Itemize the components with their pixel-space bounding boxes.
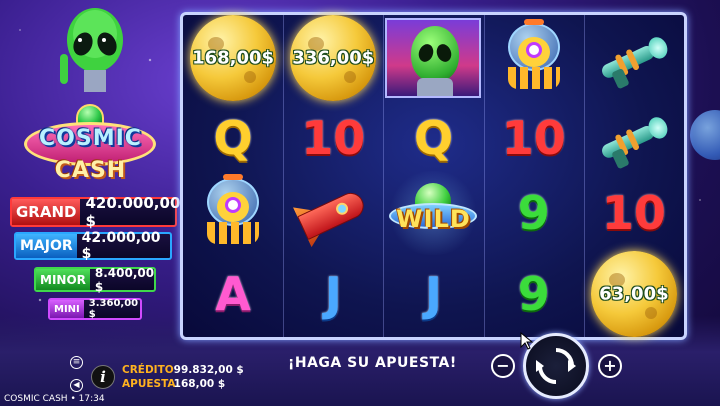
jackpot-major: MAJOR 42.000,00 $ [14,230,172,262]
jackpot-minor: MINOR 8.400,00 $ [34,265,156,294]
sound-icon[interactable]: ◀ [70,379,83,392]
symbol-q: Q [213,111,253,165]
game-logo: COSMIC CASH [18,104,163,190]
symbol-q: Q [413,111,454,165]
reel-cell-moon: 168,00$ [183,15,283,101]
reel-cell-octopus [484,15,584,101]
moon-value: 168,00$ [192,47,275,69]
reel-cell-ray-gun [584,15,684,101]
alien-face [411,26,460,82]
jackpot-grand-value: 420.000,00 $ [85,194,181,230]
reel-cell-alien [383,15,483,101]
decrease-bet-button[interactable]: − [491,354,515,378]
logo-text-cash: CASH [54,158,127,183]
reel-cell-moon: 63,00$ [584,251,684,337]
logo-text-cosmic: COSMIC [39,126,142,151]
jackpot-minor-value: 8.400,00 $ [94,265,155,294]
bet-label: APUESTA [122,378,176,390]
mouse-cursor-icon [520,332,534,350]
reel-cell-octopus [183,174,283,251]
octopus-antenna [523,19,544,25]
reel-cell-ten: 10 [283,101,383,175]
alien-eye-right [434,42,455,64]
left-panel: COSMIC CASH GRAND 420.000,00 $ MAJOR 42.… [0,0,180,406]
wild-icon: WILD [381,171,486,255]
octopus-legs [507,67,560,89]
game-title: COSMIC CASH [4,394,68,404]
jackpot-mini-label: MINI [50,300,84,318]
credit-label: CRÉDITO [122,364,174,376]
reel-cell-moon: 336,00$ [283,15,383,101]
reel-divider [383,15,385,337]
octopus-alien-icon [203,174,263,248]
menu-icon[interactable]: ≡ [70,356,83,369]
jackpot-major-label: MAJOR [16,234,77,258]
clock: 17:34 [78,394,105,404]
ray-gun-icon [594,105,674,171]
reel-cell-ten: 10 [584,175,684,251]
ray-gun-icon [594,25,674,91]
reel-divider [583,15,585,337]
jackpot-grand-label: GRAND [12,199,81,225]
bet-value: 168,00 $ [173,378,226,390]
reel-cell-nine: 9 [484,175,584,251]
alien-icon [385,18,482,98]
planet-decoration [690,110,720,160]
reel-cell-a: A [183,251,283,337]
octopus-antenna [223,174,244,180]
rocket-icon [288,176,379,250]
reel-cell-ray-gun [584,101,684,175]
reel-divider [283,15,285,337]
octopus-eye [225,197,242,213]
moon-value: 63,00$ [599,283,669,305]
jackpot-mini: MINI 3.360,00 $ [48,298,142,320]
reel-cell-j: J [383,251,483,337]
increase-bet-button[interactable]: + [598,354,622,378]
credit-row: CRÉDITO 99.832,00 $ [122,363,244,377]
status-footer: COSMIC CASH • 17:34 [4,394,105,404]
info-button[interactable]: i [91,365,115,389]
footer-separator: • [70,394,76,404]
symbol-j: J [324,267,342,321]
spin-icon [536,348,576,384]
place-bet-message: ¡HAGA SU APUESTA! [288,355,457,371]
symbol-nine: 9 [517,267,550,321]
jackpot-grand: GRAND 420.000,00 $ [10,194,180,230]
wild-label: WILD [396,205,471,233]
rocket-hull [297,188,369,241]
reel-cell-q: Q [383,101,483,175]
balance-panel: CRÉDITO 99.832,00 $ APUESTA 168,00 $ [122,363,244,391]
reel-cell-rocket [283,175,383,251]
octopus-legs [207,222,260,244]
reel-cell-wild: WILD [381,171,486,255]
jackpot-major-value: 42.000,00 $ [81,230,161,262]
jackpot-mini-value: 3.360,00 $ [88,298,139,320]
alien-eye-left [416,42,437,64]
symbol-nine: 9 [517,186,550,240]
reel-cell-q: Q [183,101,283,175]
symbol-a: A [215,267,251,321]
reel-grid: 168,00$ 336,00$ Q 10 Q 10 WILD 9 10 A J … [180,12,687,340]
reel-cell-nine: 9 [484,251,584,337]
reel-divider [483,15,485,337]
octopus-alien-icon [504,19,564,93]
reel-cell-j: J [283,251,383,337]
symbol-j: J [424,267,443,321]
moon-value: 336,00$ [292,47,375,69]
bet-row: APUESTA 168,00 $ [122,377,244,391]
symbol-ten: 10 [301,111,366,165]
jackpot-minor-label: MINOR [36,269,90,290]
symbol-ten: 10 [601,186,666,240]
alien-mascot [60,8,123,92]
symbol-ten: 10 [501,111,566,165]
reel-cell-ten: 10 [484,101,584,175]
octopus-eye [525,42,542,58]
alien-body [417,78,454,96]
credit-value: 99.832,00 $ [173,364,244,376]
